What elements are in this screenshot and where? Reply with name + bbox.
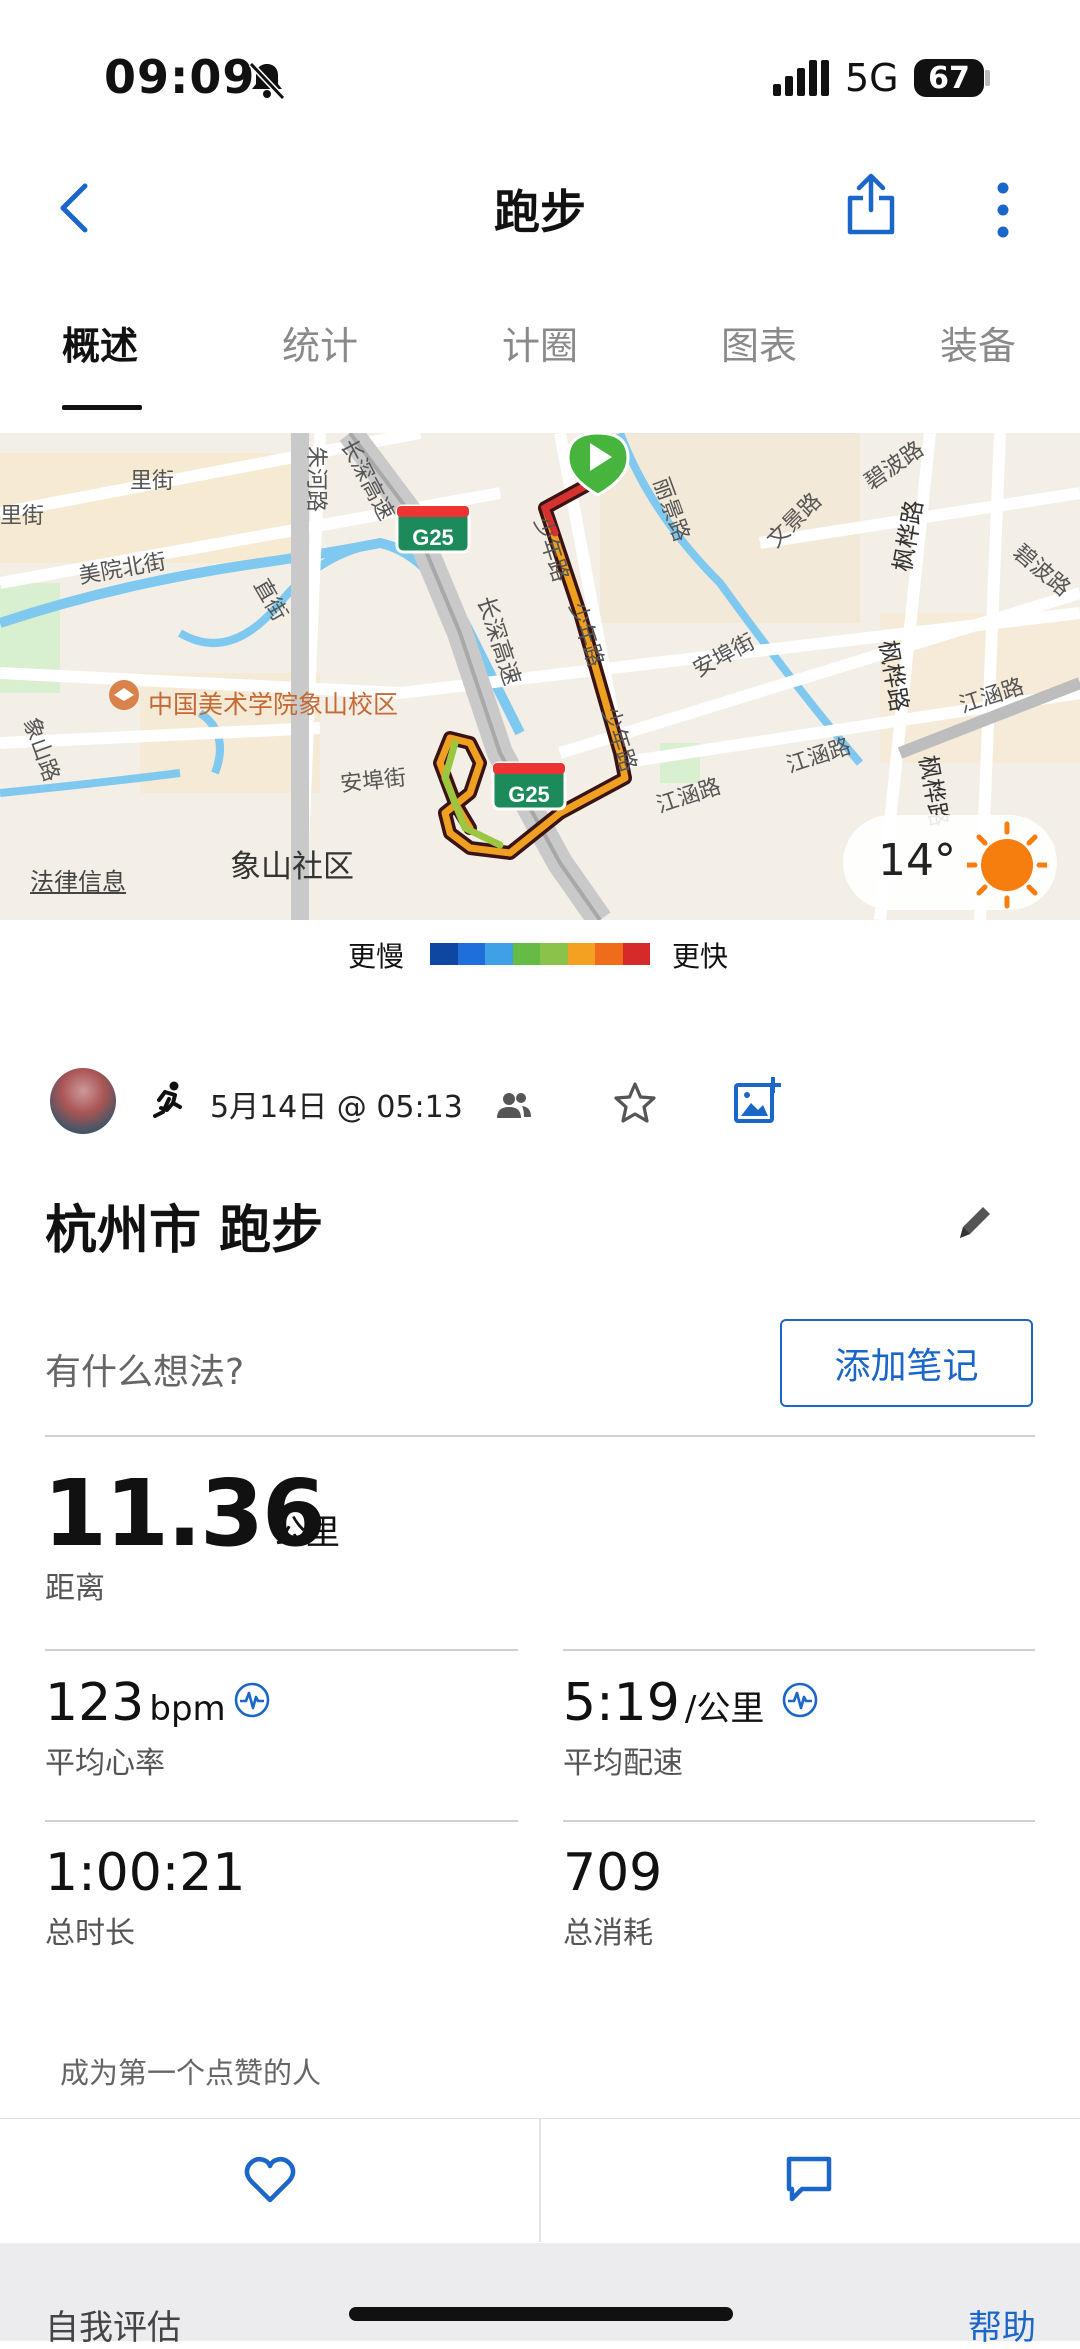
share-icon[interactable]	[846, 170, 896, 236]
distance-unit: 公里	[272, 1513, 340, 1553]
thought-prompt[interactable]: 有什么想法?	[45, 1343, 244, 1395]
signal-icon	[773, 60, 829, 96]
battery-nub	[985, 70, 990, 86]
weather-temperature: 14°	[878, 835, 956, 886]
legend-swatch	[512, 943, 540, 965]
legend-swatch	[595, 943, 623, 965]
duration-value: 1:00:21	[45, 1843, 246, 1903]
pace-color-legend	[430, 943, 650, 965]
activity-date: 5月14日 @ 05:13	[210, 1090, 463, 1125]
calories-value: 709	[563, 1843, 663, 1903]
map-poi-academy: 中国美术学院象山校区	[148, 690, 399, 719]
activity-title: 杭州市 跑步	[45, 1201, 324, 1261]
network-type: 5G	[845, 56, 899, 100]
add-note-button[interactable]: 添加笔记	[780, 1319, 1033, 1407]
legend-swatch	[540, 943, 568, 965]
battery-indicator: 67	[914, 59, 984, 97]
active-tab-indicator	[62, 405, 142, 410]
divider	[45, 1435, 1035, 1437]
avg-pace: 5:19 /公里	[563, 1673, 764, 1733]
map-label: 里街	[0, 504, 45, 529]
bell-muted-icon	[248, 61, 286, 101]
duration-label: 总时长	[45, 1916, 135, 1951]
heart-rate-unit: bpm	[149, 1689, 226, 1729]
pace-label: 平均配速	[563, 1746, 683, 1781]
pace-chart-icon[interactable]	[782, 1682, 818, 1718]
heart-like-icon[interactable]	[243, 2155, 297, 2205]
page-title: 跑步	[494, 185, 586, 239]
tab-laps[interactable]: 计圈	[502, 315, 578, 370]
heart-rate-chart-icon[interactable]	[234, 1682, 270, 1718]
tab-stats[interactable]: 统计	[282, 315, 358, 370]
home-indicator	[349, 2307, 733, 2321]
comment-icon[interactable]	[784, 2154, 834, 2204]
tab-charts[interactable]: 图表	[721, 315, 797, 370]
tab-gear[interactable]: 装备	[940, 315, 1016, 370]
sun-icon	[967, 821, 1047, 909]
avg-heart-rate: 123 bpm	[45, 1673, 226, 1733]
divider	[45, 1649, 518, 1651]
legend-swatch	[485, 943, 513, 965]
distance-label: 距离	[45, 1571, 105, 1606]
divider	[563, 1649, 1035, 1651]
divider	[45, 1820, 518, 1822]
tab-bar: 概述 统计 计圈 图表 装备	[0, 305, 1080, 415]
map-label: 安埠街	[339, 765, 408, 798]
legal-info-link[interactable]: 法律信息	[30, 862, 126, 897]
highway-shield-1: G25	[412, 525, 454, 550]
like-prompt: 成为第一个点赞的人	[60, 2056, 322, 2090]
heart-rate-label: 平均心率	[45, 1746, 165, 1781]
heart-rate-value: 123	[45, 1673, 145, 1733]
legend-swatch	[622, 943, 650, 965]
add-photo-icon[interactable]	[733, 1075, 783, 1125]
status-time: 09:09	[104, 50, 256, 104]
legend-swatch	[567, 943, 595, 965]
people-icon[interactable]	[496, 1090, 532, 1120]
help-link[interactable]: 帮助	[968, 2300, 1036, 2349]
calories-label: 总消耗	[563, 1916, 653, 1951]
pace-value: 5:19	[563, 1673, 680, 1733]
legend-faster: 更快	[672, 940, 729, 973]
legend-slower: 更慢	[348, 940, 405, 973]
legend-swatch	[430, 943, 458, 965]
map-label: 朱河路	[303, 445, 329, 513]
self-evaluation-heading: 自我评估	[45, 2308, 181, 2348]
tab-overview[interactable]: 概述	[62, 315, 138, 370]
more-options-icon[interactable]	[993, 180, 1013, 240]
star-icon[interactable]	[612, 1080, 658, 1126]
divider	[563, 1820, 1035, 1822]
pace-unit: /公里	[684, 1689, 765, 1729]
legend-swatch	[457, 943, 485, 965]
avatar[interactable]	[50, 1068, 116, 1134]
map-place-xiangshan: 象山社区	[230, 849, 354, 885]
map-label: 里街	[130, 469, 175, 494]
divider	[539, 2118, 541, 2242]
highway-shield-2: G25	[508, 782, 550, 807]
edit-pencil-icon[interactable]	[956, 1200, 994, 1242]
running-icon	[153, 1081, 182, 1118]
